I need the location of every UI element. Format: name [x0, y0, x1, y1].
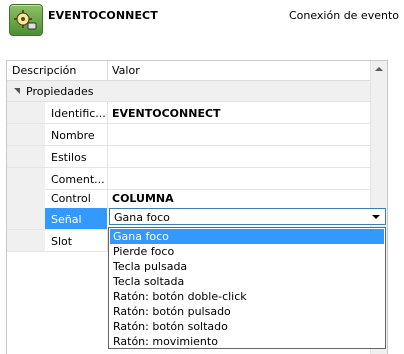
property-name: Identific...	[51, 107, 105, 120]
option-label: Ratón: botón doble-click	[113, 290, 247, 303]
dropdown-option[interactable]: Ratón: movimiento	[110, 334, 384, 349]
option-label: Pierde foco	[113, 245, 175, 258]
dropdown-option[interactable]: Tecla pulsada	[110, 259, 384, 274]
row-divider	[107, 124, 108, 145]
column-header-description[interactable]: Descripción	[12, 64, 76, 77]
row-divider	[107, 168, 108, 189]
property-name: Coment...	[51, 173, 105, 186]
chevron-down-icon[interactable]	[372, 215, 380, 219]
row-gutter	[7, 208, 45, 229]
group-row-propiedades[interactable]: Propiedades	[7, 81, 370, 102]
row-divider	[107, 102, 108, 123]
option-label: Ratón: botón soltado	[113, 320, 228, 333]
property-value[interactable]: EVENTOCONNECT	[112, 107, 221, 120]
option-label: Tecla soltada	[113, 275, 185, 288]
combobox-value: Gana foco	[114, 211, 170, 224]
property-name: Señal	[51, 213, 82, 226]
option-label: Tecla pulsada	[113, 260, 188, 273]
option-label: Ratón: botón pulsado	[113, 305, 231, 318]
arrow-up-icon	[375, 67, 383, 71]
gear-plug-icon	[9, 4, 43, 36]
row-gutter	[7, 230, 45, 251]
dropdown-option[interactable]: Ratón: botón doble-click	[110, 289, 384, 304]
option-label: Gana foco	[113, 230, 169, 243]
dropdown-option[interactable]: Pierde foco	[110, 244, 384, 259]
property-value[interactable]: COLUMNA	[112, 192, 174, 205]
column-divider[interactable]	[107, 61, 108, 80]
dropdown-option[interactable]: Gana foco	[110, 229, 384, 244]
row-divider	[107, 146, 108, 167]
row-gutter	[7, 187, 45, 208]
property-name: Nombre	[51, 129, 95, 142]
row-gutter	[7, 168, 45, 189]
row-divider	[107, 187, 108, 208]
scroll-up-button[interactable]	[371, 61, 387, 77]
dropdown-option[interactable]: Ratón: botón pulsado	[110, 304, 384, 319]
header: EVENTOCONNECT Conexión de evento	[0, 0, 404, 58]
signal-dropdown-list[interactable]: Gana foco Pierde foco Tecla pulsada Tecl…	[108, 227, 386, 349]
column-header-value[interactable]: Valor	[112, 64, 140, 77]
property-name: Slot	[51, 235, 73, 248]
page-subtitle: Conexión de evento	[288, 9, 399, 22]
row-gutter	[7, 124, 45, 145]
property-row-estilos[interactable]: Estilos	[7, 146, 370, 168]
row-gutter	[7, 146, 45, 167]
property-row-control[interactable]: Control COLUMNA	[7, 187, 370, 209]
property-name: Estilos	[51, 151, 87, 164]
dropdown-option[interactable]: Ratón: botón soltado	[110, 319, 384, 334]
property-row-identificador[interactable]: Identific... EVENTOCONNECT	[7, 102, 370, 124]
page-title: EVENTOCONNECT	[48, 9, 158, 22]
grid-header: Descripción Valor	[7, 61, 387, 81]
dropdown-option[interactable]: Tecla soltada	[110, 274, 384, 289]
property-name: Control	[51, 192, 91, 205]
group-label: Propiedades	[26, 85, 94, 98]
property-row-nombre[interactable]: Nombre	[7, 124, 370, 146]
option-label: Ratón: movimiento	[113, 335, 218, 348]
signal-combobox[interactable]: Gana foco	[109, 208, 386, 225]
row-gutter	[7, 102, 45, 123]
collapse-triangle-icon[interactable]	[14, 88, 20, 94]
